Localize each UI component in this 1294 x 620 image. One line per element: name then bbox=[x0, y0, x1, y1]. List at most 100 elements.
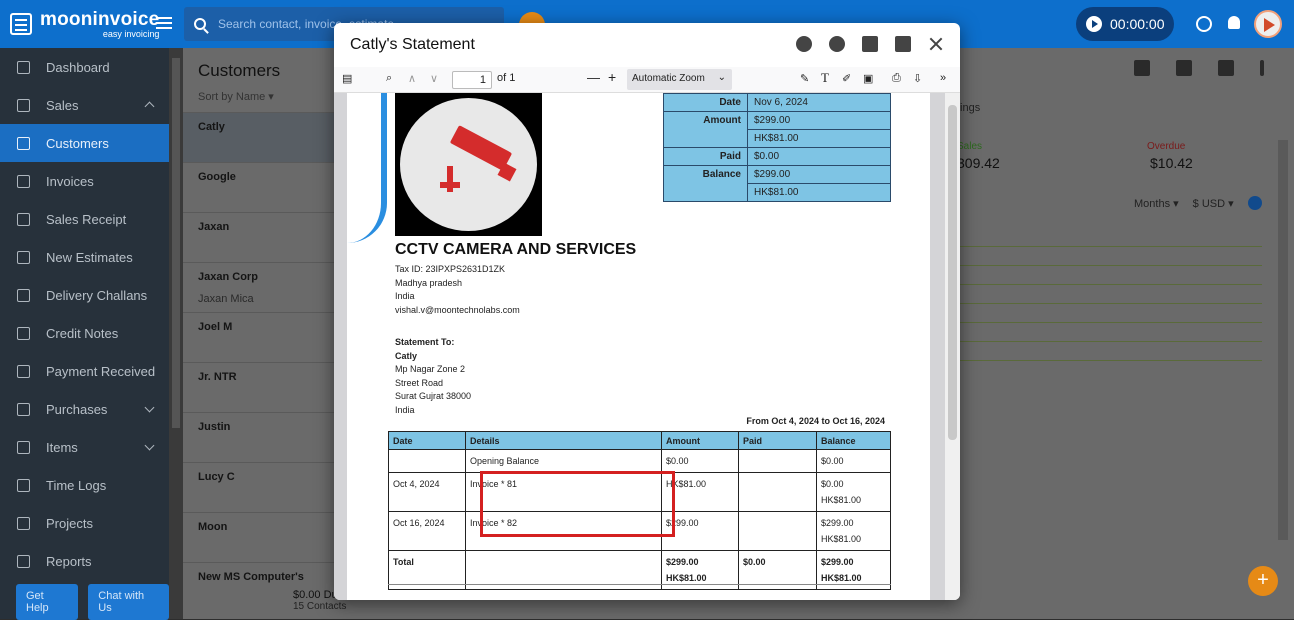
download-icon[interactable] bbox=[829, 36, 845, 52]
sidebar-scrollbar[interactable] bbox=[169, 48, 183, 619]
pdf-toolbar: ▤ ⌕ ∧ ∨ 1 of 1 — + Automatic Zoom ⌄ ✎ T ✐… bbox=[334, 67, 960, 93]
sidebar-item-items[interactable]: Items bbox=[0, 428, 169, 466]
folder-icon bbox=[17, 516, 30, 530]
share-icon[interactable] bbox=[796, 36, 812, 52]
sidebar-item-sales-receipt[interactable]: Sales Receipt bbox=[0, 200, 169, 238]
overdue-value: $10.42 bbox=[1150, 155, 1193, 171]
table-row: Opening Balance $0.00 $0.00 bbox=[388, 449, 891, 473]
gear-icon[interactable] bbox=[1196, 16, 1212, 32]
document-icon bbox=[17, 174, 30, 188]
pie-chart-icon[interactable] bbox=[1247, 196, 1262, 210]
draw-icon[interactable]: ✐ bbox=[842, 72, 851, 85]
sidebar-item-invoices[interactable]: Invoices bbox=[0, 162, 169, 200]
company-address: Tax ID: 23IPXPS2631D1ZK Madhya pradesh I… bbox=[395, 264, 520, 315]
search-icon bbox=[194, 18, 206, 30]
document-icon[interactable] bbox=[1218, 60, 1234, 76]
logo-tagline: easy invoicing bbox=[102, 28, 160, 39]
more-tools-icon[interactable]: » bbox=[940, 72, 946, 84]
print-icon[interactable]: ⎙ bbox=[892, 72, 901, 85]
sidebar-item-payment-received[interactable]: Payment Received bbox=[0, 352, 169, 390]
get-help-button[interactable]: Get Help bbox=[16, 583, 79, 620]
more-icon[interactable] bbox=[1260, 60, 1264, 76]
chevron-down-icon bbox=[144, 440, 155, 451]
estimate-icon bbox=[17, 250, 30, 264]
sales-label: Sales bbox=[957, 141, 983, 152]
payment-icon bbox=[17, 364, 30, 378]
sidebar-item-time-logs[interactable]: Time Logs bbox=[0, 466, 169, 504]
sales-value: 309.42 bbox=[957, 155, 1000, 171]
edit-icon[interactable] bbox=[1134, 60, 1150, 76]
close-icon[interactable] bbox=[928, 36, 944, 52]
decorative-swoosh bbox=[347, 93, 387, 243]
page-count: of 1 bbox=[497, 72, 516, 84]
timer-value: 00:00:00 bbox=[1110, 16, 1165, 32]
menu-toggle-icon[interactable] bbox=[156, 17, 172, 29]
text-tool-icon[interactable]: T bbox=[821, 70, 829, 86]
sidebar-footer: Get Help Chat with Us bbox=[0, 583, 169, 620]
logo-name: mooninvoice bbox=[40, 8, 160, 30]
chat-button[interactable]: Chat with Us bbox=[88, 583, 169, 620]
receipt-icon bbox=[17, 212, 30, 226]
purchase-icon bbox=[17, 402, 30, 416]
sidebar-item-new-estimates[interactable]: New Estimates bbox=[0, 238, 169, 276]
home-icon bbox=[17, 60, 30, 74]
timer-button[interactable]: 00:00:00 bbox=[1076, 7, 1174, 41]
sidebar-item-credit-notes[interactable]: Credit Notes bbox=[0, 314, 169, 352]
chart-gridlines bbox=[957, 228, 1262, 361]
statement-summary-table: Date Nov 6, 2024 Amount $299.00 HK$81.00 P… bbox=[663, 93, 891, 202]
statement-to-block: Statement To: Catly Mp Nagar Zone 2 Stre… bbox=[395, 337, 472, 415]
print-icon[interactable] bbox=[862, 36, 878, 52]
sidebar-item-sales[interactable]: Sales bbox=[0, 86, 169, 124]
sidebar-toggle-icon[interactable]: ▤ bbox=[342, 72, 352, 85]
dollar-icon[interactable] bbox=[1176, 60, 1192, 76]
pdf-page: Date Nov 6, 2024 Amount $299.00 HK$81.00 P… bbox=[347, 93, 930, 600]
logo-icon bbox=[10, 13, 32, 35]
app-logo[interactable]: mooninvoice easy invoicing bbox=[10, 8, 159, 40]
company-logo bbox=[395, 93, 542, 236]
mail-icon[interactable] bbox=[895, 36, 911, 52]
chevron-down-icon bbox=[144, 402, 155, 413]
contact-card-icon bbox=[17, 136, 30, 150]
sidebar-item-customers[interactable]: Customers bbox=[0, 124, 169, 162]
bell-icon[interactable] bbox=[1228, 16, 1240, 29]
chart-icon bbox=[17, 554, 30, 568]
items-icon bbox=[17, 440, 30, 454]
previous-page-icon[interactable]: ∧ bbox=[408, 72, 416, 85]
detail-scrollbar[interactable] bbox=[1277, 128, 1289, 618]
overdue-label: Overdue bbox=[1147, 141, 1186, 152]
tab-settings[interactable]: tings bbox=[957, 102, 980, 114]
zoom-out-icon[interactable]: — bbox=[587, 70, 600, 85]
save-icon[interactable]: ⇩ bbox=[913, 72, 922, 85]
statement-modal: Catly's Statement ▤ ⌕ ∧ ∨ 1 of 1 — + Aut… bbox=[334, 23, 960, 600]
image-icon[interactable]: ▣ bbox=[863, 72, 873, 85]
zoom-in-icon[interactable]: + bbox=[608, 69, 616, 85]
pdf-viewer[interactable]: Date Nov 6, 2024 Amount $299.00 HK$81.00 P… bbox=[334, 93, 960, 600]
highlight-annotation bbox=[480, 471, 675, 537]
delivery-icon bbox=[17, 288, 30, 302]
add-button[interactable]: + bbox=[1248, 566, 1278, 596]
currency-dropdown[interactable]: $ USD ▾ bbox=[1193, 197, 1234, 210]
play-icon bbox=[1086, 16, 1102, 32]
statement-period: From Oct 4, 2024 to Oct 16, 2024 bbox=[746, 416, 885, 426]
clock-icon bbox=[17, 478, 30, 492]
chevron-up-icon bbox=[144, 101, 155, 112]
chart-controls: Months ▾ $ USD ▾ bbox=[1134, 196, 1262, 210]
next-page-icon[interactable]: ∨ bbox=[430, 72, 438, 85]
credit-note-icon bbox=[17, 326, 30, 340]
sidebar-item-dashboard[interactable]: Dashboard bbox=[0, 48, 169, 86]
chevron-down-icon: ⌄ bbox=[717, 72, 726, 83]
sidebar-item-purchases[interactable]: Purchases bbox=[0, 390, 169, 428]
avatar[interactable] bbox=[1254, 10, 1282, 38]
sidebar-item-reports[interactable]: Reports bbox=[0, 542, 169, 580]
highlight-icon[interactable]: ✎ bbox=[800, 72, 809, 85]
sidebar: Dashboard Sales Customers Invoices Sales… bbox=[0, 48, 169, 620]
pdf-scrollbar[interactable] bbox=[945, 93, 960, 600]
sidebar-item-projects[interactable]: Projects bbox=[0, 504, 169, 542]
find-icon[interactable]: ⌕ bbox=[386, 72, 392, 85]
dollar-icon bbox=[17, 98, 30, 112]
sidebar-item-delivery-challans[interactable]: Delivery Challans bbox=[0, 276, 169, 314]
company-name: CCTV CAMERA AND SERVICES bbox=[395, 241, 637, 258]
period-dropdown[interactable]: Months ▾ bbox=[1134, 197, 1179, 210]
page-number-input[interactable]: 1 bbox=[452, 71, 492, 89]
zoom-select[interactable]: Automatic Zoom ⌄ bbox=[627, 69, 732, 90]
